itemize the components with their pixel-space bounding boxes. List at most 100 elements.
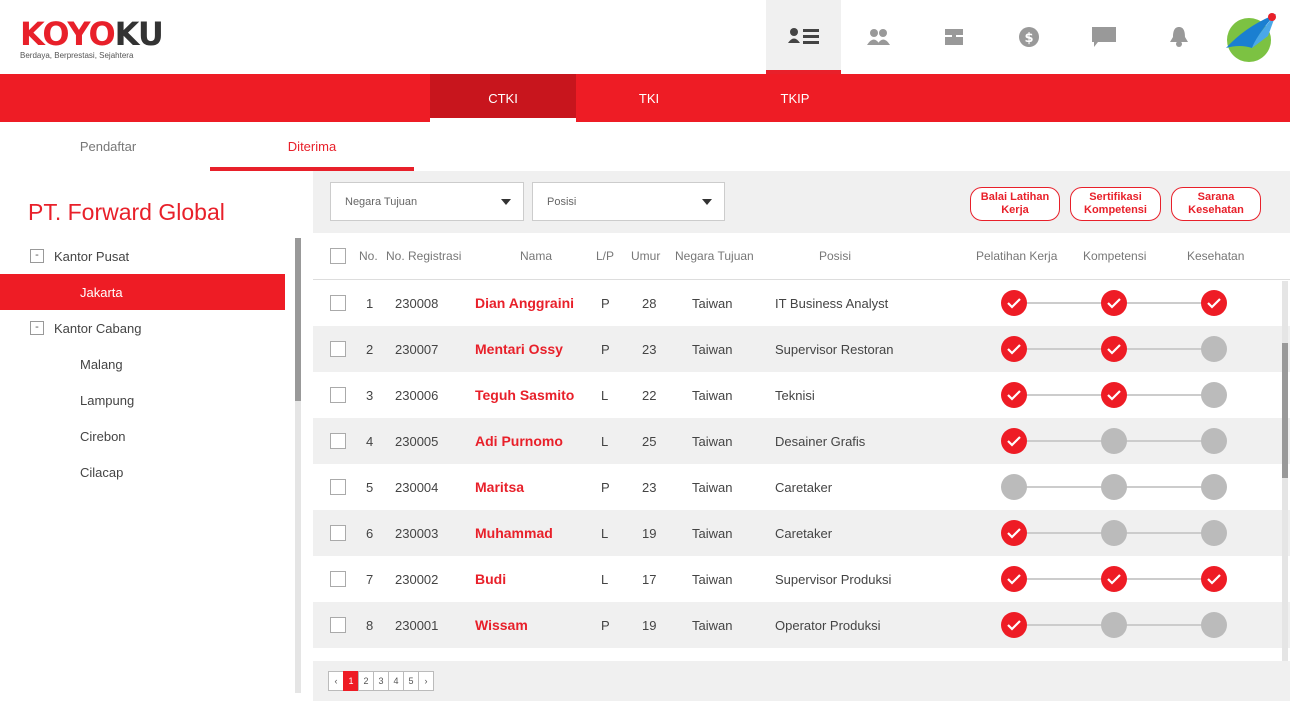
- table-row[interactable]: 4 230005 Adi Purnomo L 25 Taiwan Desainer Graf…: [313, 418, 1290, 464]
- row-checkbox[interactable]: [330, 479, 346, 495]
- row-nama[interactable]: Muhammad: [475, 510, 553, 556]
- collapse-toggle[interactable]: -: [30, 249, 44, 263]
- page-3-button[interactable]: 3: [373, 671, 389, 691]
- tab-ctki[interactable]: CTKI: [430, 74, 576, 122]
- tab-tki[interactable]: TKI: [576, 74, 722, 122]
- logo-red-text: KOYO: [20, 15, 116, 53]
- tree-item-malang[interactable]: Malang: [0, 346, 285, 382]
- kesehatan-status-pending-icon: [1201, 612, 1227, 638]
- table-row[interactable]: 5 230004 Maritsa P 23 Taiwan Caretaker: [313, 464, 1290, 510]
- nav-candidates[interactable]: [766, 0, 841, 74]
- tab-tkip[interactable]: TKIP: [722, 74, 868, 122]
- scrollbar-thumb[interactable]: [295, 238, 301, 401]
- row-negara: Taiwan: [692, 617, 733, 633]
- sidebar-scrollbar[interactable]: [295, 238, 301, 693]
- row-nama[interactable]: Mentari Ossy: [475, 326, 563, 372]
- sertifikasi-kompetensi-button[interactable]: Sertifikasi Kompetensi: [1070, 187, 1161, 221]
- caret-down-icon: [501, 199, 511, 205]
- table-scrollbar[interactable]: [1282, 281, 1288, 661]
- table-row[interactable]: 3 230006 Teguh Sasmito L 22 Taiwan Teknisi: [313, 372, 1290, 418]
- row-umur: 23: [642, 341, 657, 357]
- kesehatan-status-check-icon: [1201, 290, 1227, 316]
- table-row[interactable]: 2 230007 Mentari Ossy P 23 Taiwan Supervisor R…: [313, 326, 1290, 372]
- verification-progress: [1001, 326, 1231, 372]
- verification-progress: [1001, 372, 1231, 418]
- bell-icon: [1169, 27, 1188, 47]
- page-2-button[interactable]: 2: [358, 671, 374, 691]
- row-registrasi: 230008: [395, 295, 439, 311]
- sarana-kesehatan-button[interactable]: Sarana Kesehatan: [1171, 187, 1261, 221]
- row-checkbox[interactable]: [330, 617, 346, 633]
- select-all-checkbox[interactable]: [330, 248, 346, 264]
- table-row[interactable]: 7 230002 Budi L 17 Taiwan Supervisor Produksi: [313, 556, 1290, 602]
- row-lp: L: [601, 571, 609, 587]
- kompetensi-status-pending-icon: [1101, 520, 1127, 546]
- row-nama[interactable]: Budi: [475, 556, 506, 602]
- row-negara: Taiwan: [692, 525, 733, 541]
- row-number: 3: [366, 387, 374, 403]
- verification-progress: [1001, 418, 1231, 464]
- tree-item-cirebon[interactable]: Cirebon: [0, 418, 285, 454]
- row-checkbox[interactable]: [330, 433, 346, 449]
- row-checkbox[interactable]: [330, 387, 346, 403]
- row-checkbox[interactable]: [330, 341, 346, 357]
- company-name: PT. Forward Global: [28, 199, 225, 225]
- tab-diterima[interactable]: Diterima: [210, 122, 414, 171]
- posisi-select[interactable]: Posisi: [532, 182, 725, 221]
- next-page-button[interactable]: ›: [418, 671, 434, 691]
- page-4-button[interactable]: 4: [388, 671, 404, 691]
- col-pelatihan: Pelatihan Kerja: [976, 249, 1058, 263]
- row-negara: Taiwan: [692, 571, 733, 587]
- tab-pendaftar[interactable]: Pendaftar: [6, 122, 210, 171]
- nav-chat[interactable]: [1066, 0, 1141, 74]
- nav-notifications[interactable]: [1141, 0, 1216, 74]
- row-nama[interactable]: Maritsa: [475, 464, 524, 510]
- tree-item-lampung[interactable]: Lampung: [0, 382, 285, 418]
- collapse-toggle[interactable]: -: [30, 321, 44, 335]
- col-nama: Nama: [520, 249, 553, 263]
- scrollbar-thumb[interactable]: [1282, 343, 1288, 478]
- row-lp: P: [601, 341, 610, 357]
- row-number: 6: [366, 525, 374, 541]
- pelatihan-status-check-icon: [1001, 382, 1027, 408]
- tree-label: Kantor Cabang: [54, 320, 142, 336]
- row-nama[interactable]: Adi Purnomo: [475, 418, 563, 464]
- logo[interactable]: KOYOKU Berdaya, Berprestasi, Sejahtera: [20, 15, 164, 60]
- table-row[interactable]: 8 230001 Wissam P 19 Taiwan Operator Produksi: [313, 602, 1290, 648]
- balai-latihan-kerja-button[interactable]: Balai Latihan Kerja: [970, 187, 1060, 221]
- verification-progress: [1001, 464, 1231, 510]
- row-posisi: Teknisi: [775, 387, 815, 403]
- table-row[interactable]: 6 230003 Muhammad L 19 Taiwan Caretaker: [313, 510, 1290, 556]
- tree-node-kantor-cabang[interactable]: - Kantor Cabang: [0, 310, 285, 346]
- page-5-button[interactable]: 5: [403, 671, 419, 691]
- row-number: 7: [366, 571, 374, 587]
- row-registrasi: 230006: [395, 387, 439, 403]
- pagination: ‹ 1 2 3 4 5 ›: [328, 671, 434, 691]
- tree-node-kantor-pusat[interactable]: - Kantor Pusat: [0, 238, 285, 274]
- tree-item-cilacap[interactable]: Cilacap: [0, 454, 285, 490]
- row-nama[interactable]: Dian Anggraini: [475, 280, 574, 326]
- nav-users[interactable]: [841, 0, 916, 74]
- row-checkbox[interactable]: [330, 571, 346, 587]
- row-checkbox[interactable]: [330, 295, 346, 311]
- page-1-button[interactable]: 1: [343, 671, 359, 691]
- users-icon: [866, 29, 890, 45]
- row-posisi: Supervisor Restoran: [775, 341, 894, 357]
- row-lp: L: [601, 387, 609, 403]
- row-nama[interactable]: Wissam: [475, 602, 528, 648]
- nav-card[interactable]: [916, 0, 991, 74]
- nav-finance[interactable]: $: [991, 0, 1066, 74]
- table-row[interactable]: 1 230008 Dian Anggraini P 28 Taiwan IT Busines…: [313, 280, 1290, 326]
- prev-page-button[interactable]: ‹: [328, 671, 344, 691]
- row-umur: 25: [642, 433, 657, 449]
- negara-tujuan-select[interactable]: Negara Tujuan: [330, 182, 524, 221]
- row-checkbox[interactable]: [330, 525, 346, 541]
- pelatihan-status-check-icon: [1001, 428, 1027, 454]
- pelatihan-status-pending-icon: [1001, 474, 1027, 500]
- row-registrasi: 230005: [395, 433, 439, 449]
- row-lp: P: [601, 617, 610, 633]
- tree-item-jakarta[interactable]: Jakarta: [0, 274, 285, 310]
- pelatihan-status-check-icon: [1001, 612, 1027, 638]
- pelatihan-status-check-icon: [1001, 566, 1027, 592]
- row-nama[interactable]: Teguh Sasmito: [475, 372, 574, 418]
